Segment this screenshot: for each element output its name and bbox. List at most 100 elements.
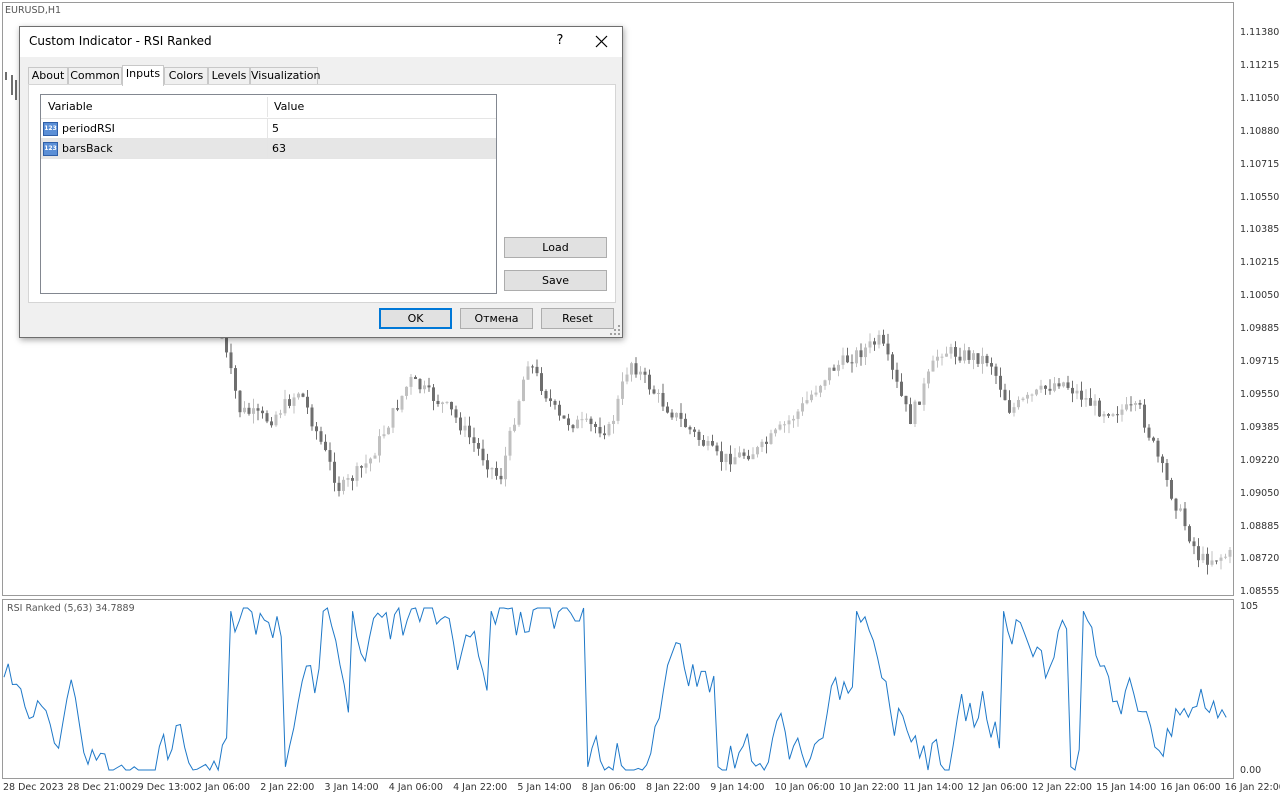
load-button[interactable]: Load: [504, 237, 607, 258]
candle-body: [1188, 526, 1191, 542]
tab-visualization[interactable]: Visualization: [250, 67, 320, 84]
candle-body: [256, 408, 260, 411]
price-tick-label: 1.09885: [1240, 323, 1280, 335]
dialog-titlebar[interactable]: Custom Indicator - RSI Ranked ?: [20, 27, 622, 57]
variable-value[interactable]: 5: [272, 119, 279, 139]
candle-body: [373, 455, 377, 459]
candle-body: [513, 424, 516, 431]
candle-body: [517, 401, 521, 425]
time-tick-label: 4 Jan 22:00: [453, 782, 508, 793]
time-tick-label: 11 Jan 14:00: [903, 782, 964, 793]
candle-body: [1035, 389, 1038, 395]
candle-body: [612, 420, 615, 425]
candle-body: [675, 412, 678, 418]
candle-body: [283, 399, 287, 414]
tab-common[interactable]: Common: [68, 67, 122, 84]
candle-body: [1147, 427, 1151, 438]
candle-body: [436, 400, 440, 405]
candle-body: [508, 430, 512, 456]
column-divider[interactable]: [267, 97, 268, 117]
candle-body: [400, 395, 404, 410]
candle-body: [1039, 385, 1043, 390]
candle-body: [580, 419, 584, 421]
candle-body: [598, 426, 602, 434]
tab-colors[interactable]: Colors: [164, 67, 208, 84]
table-row[interactable]: 123 periodRSI 5: [41, 119, 496, 139]
candle-body: [733, 457, 737, 465]
reset-button[interactable]: Reset: [541, 308, 614, 329]
resize-grip-icon[interactable]: [610, 325, 620, 335]
variable-value[interactable]: 63: [272, 139, 286, 159]
candle-body: [648, 374, 651, 390]
candle-body: [886, 343, 890, 355]
help-button[interactable]: ?: [540, 27, 580, 57]
candle-body: [1044, 385, 1047, 389]
candle-body: [270, 421, 273, 426]
candle-body: [1008, 400, 1011, 413]
time-tick-label: 10 Jan 22:00: [838, 782, 900, 793]
candle-body: [1134, 403, 1137, 405]
candle-body: [873, 341, 876, 345]
price-tick-label: 1.10215: [1240, 257, 1280, 269]
candle-body: [544, 391, 548, 399]
candle-body: [994, 366, 998, 376]
candle-body: [652, 389, 656, 394]
price-tick-label: 1.10715: [1240, 158, 1280, 170]
candle-body: [967, 350, 971, 360]
ok-button[interactable]: OK: [379, 308, 452, 329]
rsi-line: [3, 606, 1227, 772]
candle-body: [423, 385, 426, 390]
table-row[interactable]: 123 barsBack 63: [41, 139, 496, 159]
cancel-button[interactable]: Отмена: [460, 308, 533, 329]
candle-body: [999, 375, 1002, 390]
tab-about[interactable]: About: [28, 67, 68, 84]
candle-body: [571, 425, 575, 429]
save-button[interactable]: Save: [504, 270, 607, 291]
candle-body: [279, 413, 282, 415]
candle-body: [927, 371, 930, 384]
candle-body: [234, 368, 237, 391]
time-tick-label: 29 Dec 13:00: [131, 782, 196, 793]
column-value[interactable]: Value: [274, 95, 304, 118]
candle-body: [409, 376, 413, 387]
candle-body: [324, 441, 327, 451]
candle-body: [1152, 437, 1155, 441]
candle-body: [666, 406, 669, 413]
candle-body: [225, 337, 228, 353]
price-tick-label: 1.08555: [1240, 586, 1280, 598]
column-variable[interactable]: Variable: [48, 95, 93, 118]
close-button[interactable]: [580, 27, 622, 57]
candle-body: [486, 460, 489, 470]
candle-body: [328, 450, 332, 462]
inputs-grid[interactable]: Variable Value 123 periodRSI 5 123 barsB…: [40, 94, 497, 294]
price-axis[interactable]: 1.11380 1.11215 1.11050 1.10880 1.10715 1.105…: [1236, 0, 1280, 780]
tab-levels[interactable]: Levels: [208, 67, 250, 84]
candle-body: [351, 478, 354, 481]
candle-body: [1143, 404, 1146, 428]
candle-body: [310, 407, 314, 427]
candle-body: [346, 478, 350, 480]
candle-body: [540, 373, 543, 392]
time-tick-label: 12 Jan 06:00: [967, 782, 1028, 793]
cell-divider: [267, 119, 268, 139]
tab-inputs[interactable]: Inputs: [122, 65, 164, 86]
candle-body: [814, 392, 818, 395]
candle-body: [333, 461, 336, 483]
number-type-icon: 123: [43, 122, 58, 136]
candle-body: [463, 425, 467, 431]
candle-body: [292, 397, 296, 406]
time-tick-label: 28 Dec 21:00: [67, 782, 132, 793]
candle-body: [1161, 456, 1164, 464]
indicator-label: RSI Ranked (5,63) 34.7889: [7, 603, 135, 614]
candle-body: [1138, 403, 1142, 405]
candle-body: [288, 399, 291, 406]
time-tick-label: 28 Dec 2023: [3, 782, 64, 793]
candle-body: [1111, 414, 1115, 416]
price-tick-label: 1.10050: [1240, 290, 1280, 302]
cell-divider: [267, 139, 268, 159]
candle-body: [1017, 399, 1020, 408]
candle-body: [949, 347, 953, 354]
candle-body: [495, 467, 498, 476]
candle-body: [1066, 382, 1070, 388]
time-tick-label: 12 Jan 22:00: [1031, 782, 1092, 793]
